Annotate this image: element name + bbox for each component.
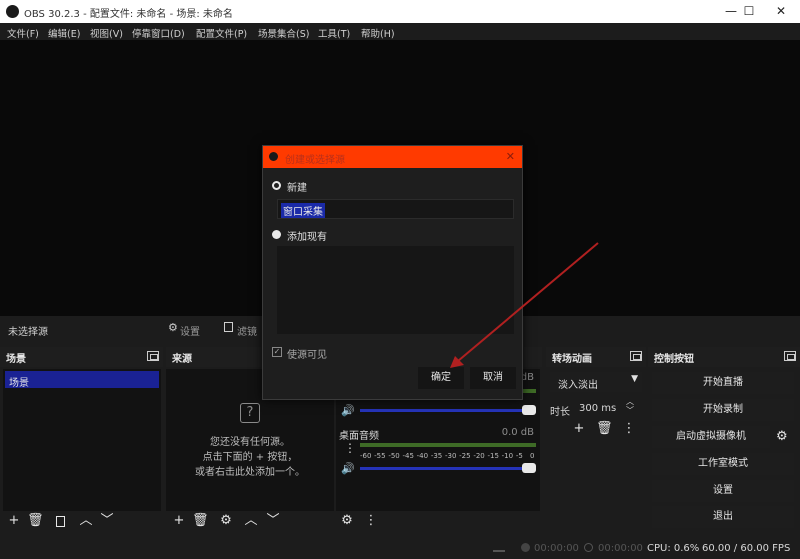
annotation-arrow <box>450 242 599 368</box>
arrow-line <box>457 242 599 362</box>
